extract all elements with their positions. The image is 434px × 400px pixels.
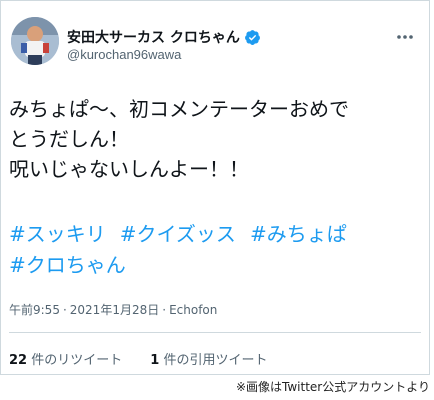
- retweet-count-value: 22: [9, 353, 28, 368]
- tweet-header: 安田大サーカス クロちゃん @kurochan96wawa: [1, 1, 429, 81]
- meta-separator: ·: [62, 302, 67, 317]
- divider: [9, 332, 421, 333]
- quote-count[interactable]: 1 件の引用ツイート: [150, 349, 267, 368]
- tweet-text-line: とうだしん！: [9, 127, 129, 151]
- tweet-text-line: 呪いじゃないしんよー！！: [9, 157, 249, 181]
- name-row: 安田大サーカス クロちゃん: [67, 27, 261, 47]
- hashtag-link[interactable]: #スッキリ: [9, 222, 106, 246]
- hashtags: #スッキリ #クイズッス #みちょぱ #クロちゃん: [9, 219, 419, 281]
- tweet-stats: 22 件のリツイート 1 件の引用ツイート: [9, 349, 267, 368]
- tweet-source[interactable]: Echofon: [169, 303, 217, 317]
- image-credit: ※画像はTwitter公式アカウントより: [235, 380, 430, 394]
- verified-badge-icon: [244, 29, 261, 46]
- tweet-meta: 午前9:55 · 2021年1月28日 · Echofon: [9, 301, 217, 318]
- tweet-text: みちょぱ〜、初コメンテーターおめで とうだしん！ 呪いじゃないしんよー！！: [9, 94, 419, 184]
- hashtag-link[interactable]: #みちょぱ: [250, 222, 347, 246]
- meta-separator: ·: [162, 302, 167, 317]
- quote-count-value: 1: [150, 353, 160, 368]
- avatar[interactable]: [11, 17, 59, 65]
- tweet-text-line: みちょぱ〜、初コメンテーターおめで: [9, 97, 349, 121]
- handle[interactable]: @kurochan96wawa: [67, 47, 181, 62]
- more-dots-icon[interactable]: [395, 27, 415, 47]
- display-name[interactable]: 安田大サーカス クロちゃん: [67, 27, 240, 47]
- tweet-time[interactable]: 午前9:55: [9, 301, 60, 318]
- hashtag-link[interactable]: #クロちゃん: [9, 253, 126, 277]
- tweet-date[interactable]: 2021年1月28日: [70, 301, 159, 318]
- tweet-card: 安田大サーカス クロちゃん @kurochan96wawa みちょぱ〜、初コメン…: [0, 0, 430, 375]
- retweet-count[interactable]: 22 件のリツイート: [9, 349, 122, 368]
- quote-count-label: 件の引用ツイート: [163, 353, 268, 368]
- hashtag-link[interactable]: #クイズッス: [120, 222, 236, 246]
- retweet-count-label: 件のリツイート: [31, 353, 123, 368]
